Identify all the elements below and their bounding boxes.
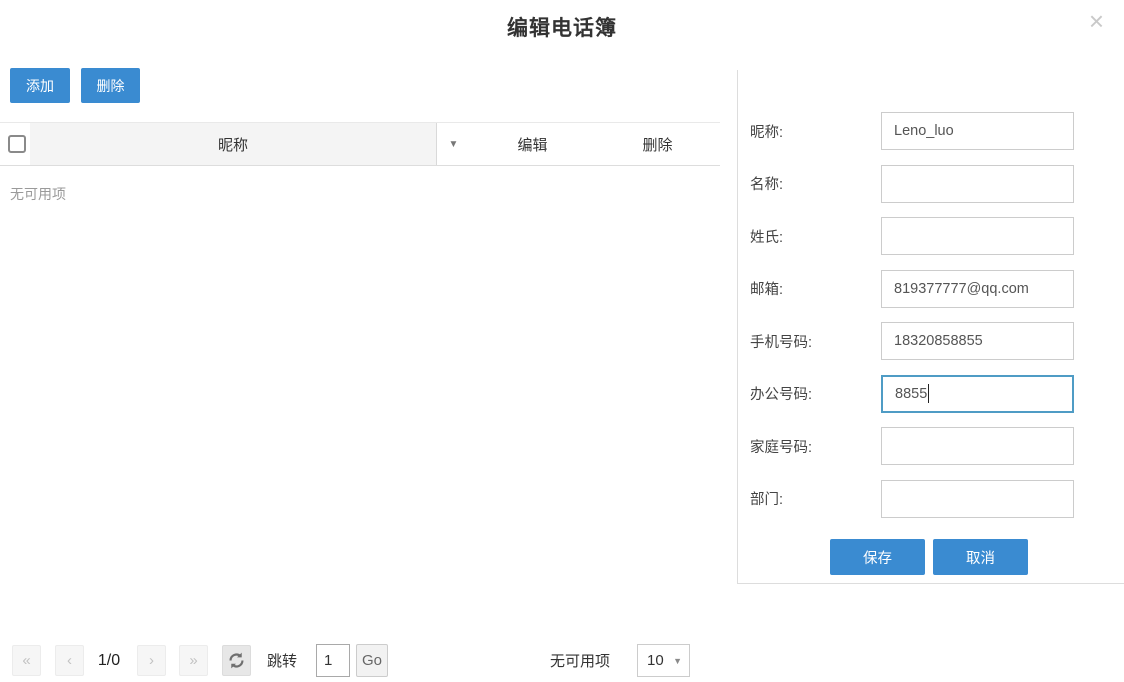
text-cursor [928,384,929,403]
page-size-select[interactable]: 10 ▼ [637,644,690,677]
email-label: 邮箱: [750,278,881,299]
go-button[interactable]: Go [356,644,388,677]
select-arrow-icon: ▼ [673,656,682,666]
prev-page-button[interactable]: ‹ [55,645,84,676]
firstname-label: 名称: [750,173,881,194]
field-value: 8855 [895,386,927,402]
page-size-value: 10 [647,652,664,669]
form-row: 办公号码: 8855 [750,375,1074,413]
last-page-button[interactable]: » [179,645,208,676]
page-indicator: 1/0 [92,645,126,676]
lastname-label: 姓氏: [750,226,881,247]
email-field[interactable]: 819377777@qq.com [881,270,1074,308]
contact-form: 昵称: Leno_luo 名称: 姓氏: 邮箱: 819377777@qq.co… [750,112,1074,532]
form-row: 家庭号码: [750,427,1074,465]
mobile-number-label: 手机号码: [750,331,881,352]
nickname-label: 昵称: [750,121,881,142]
jump-label: 跳转 [267,645,297,676]
column-header-delete: 删除 [595,123,720,165]
panel-divider-vertical [737,70,738,583]
add-button[interactable]: 添加 [10,68,70,103]
mobile-number-field[interactable]: 18320858855 [881,322,1074,360]
department-label: 部门: [750,488,881,509]
pager-empty-text: 无可用项 [550,645,610,676]
close-icon[interactable]: × [1089,8,1104,34]
office-number-label: 办公号码: [750,383,881,404]
form-row: 手机号码: 18320858855 [750,322,1074,360]
table-header: 昵称 ▼ 编辑 删除 [0,122,720,166]
save-button[interactable]: 保存 [830,539,925,575]
office-number-field[interactable]: 8855 [881,375,1074,413]
nickname-field[interactable]: Leno_luo [881,112,1074,150]
select-all-checkbox[interactable] [8,135,26,153]
table-empty-text: 无可用项 [10,184,66,204]
field-value: 18320858855 [894,333,983,349]
column-dropdown-icon[interactable]: ▼ [437,123,470,165]
lastname-field[interactable] [881,217,1074,255]
column-header-nickname[interactable]: 昵称 [30,123,437,165]
form-row: 部门: [750,480,1074,518]
edit-phonebook-dialog: 编辑电话簿 × 添加 删除 昵称 ▼ 编辑 删除 无可用项 昵称: Leno_l… [0,0,1124,682]
column-header-edit: 编辑 [470,123,595,165]
home-number-field[interactable] [881,427,1074,465]
delete-button[interactable]: 删除 [81,68,140,103]
next-page-button[interactable]: › [137,645,166,676]
form-row: 名称: [750,165,1074,203]
form-row: 昵称: Leno_luo [750,112,1074,150]
refresh-icon [228,652,245,669]
department-field[interactable] [881,480,1074,518]
field-value: Leno_luo [894,123,954,139]
field-value: 819377777@qq.com [894,281,1029,297]
first-page-button[interactable]: « [12,645,41,676]
home-number-label: 家庭号码: [750,436,881,457]
panel-divider-horizontal [737,583,1124,584]
form-row: 邮箱: 819377777@qq.com [750,270,1074,308]
cancel-button[interactable]: 取消 [933,539,1028,575]
firstname-field[interactable] [881,165,1074,203]
refresh-button[interactable] [222,645,251,676]
table-header-checkbox-cell [0,123,30,165]
dialog-title: 编辑电话簿 [0,12,1124,42]
form-row: 姓氏: [750,217,1074,255]
jump-page-input[interactable]: 1 [316,644,350,677]
